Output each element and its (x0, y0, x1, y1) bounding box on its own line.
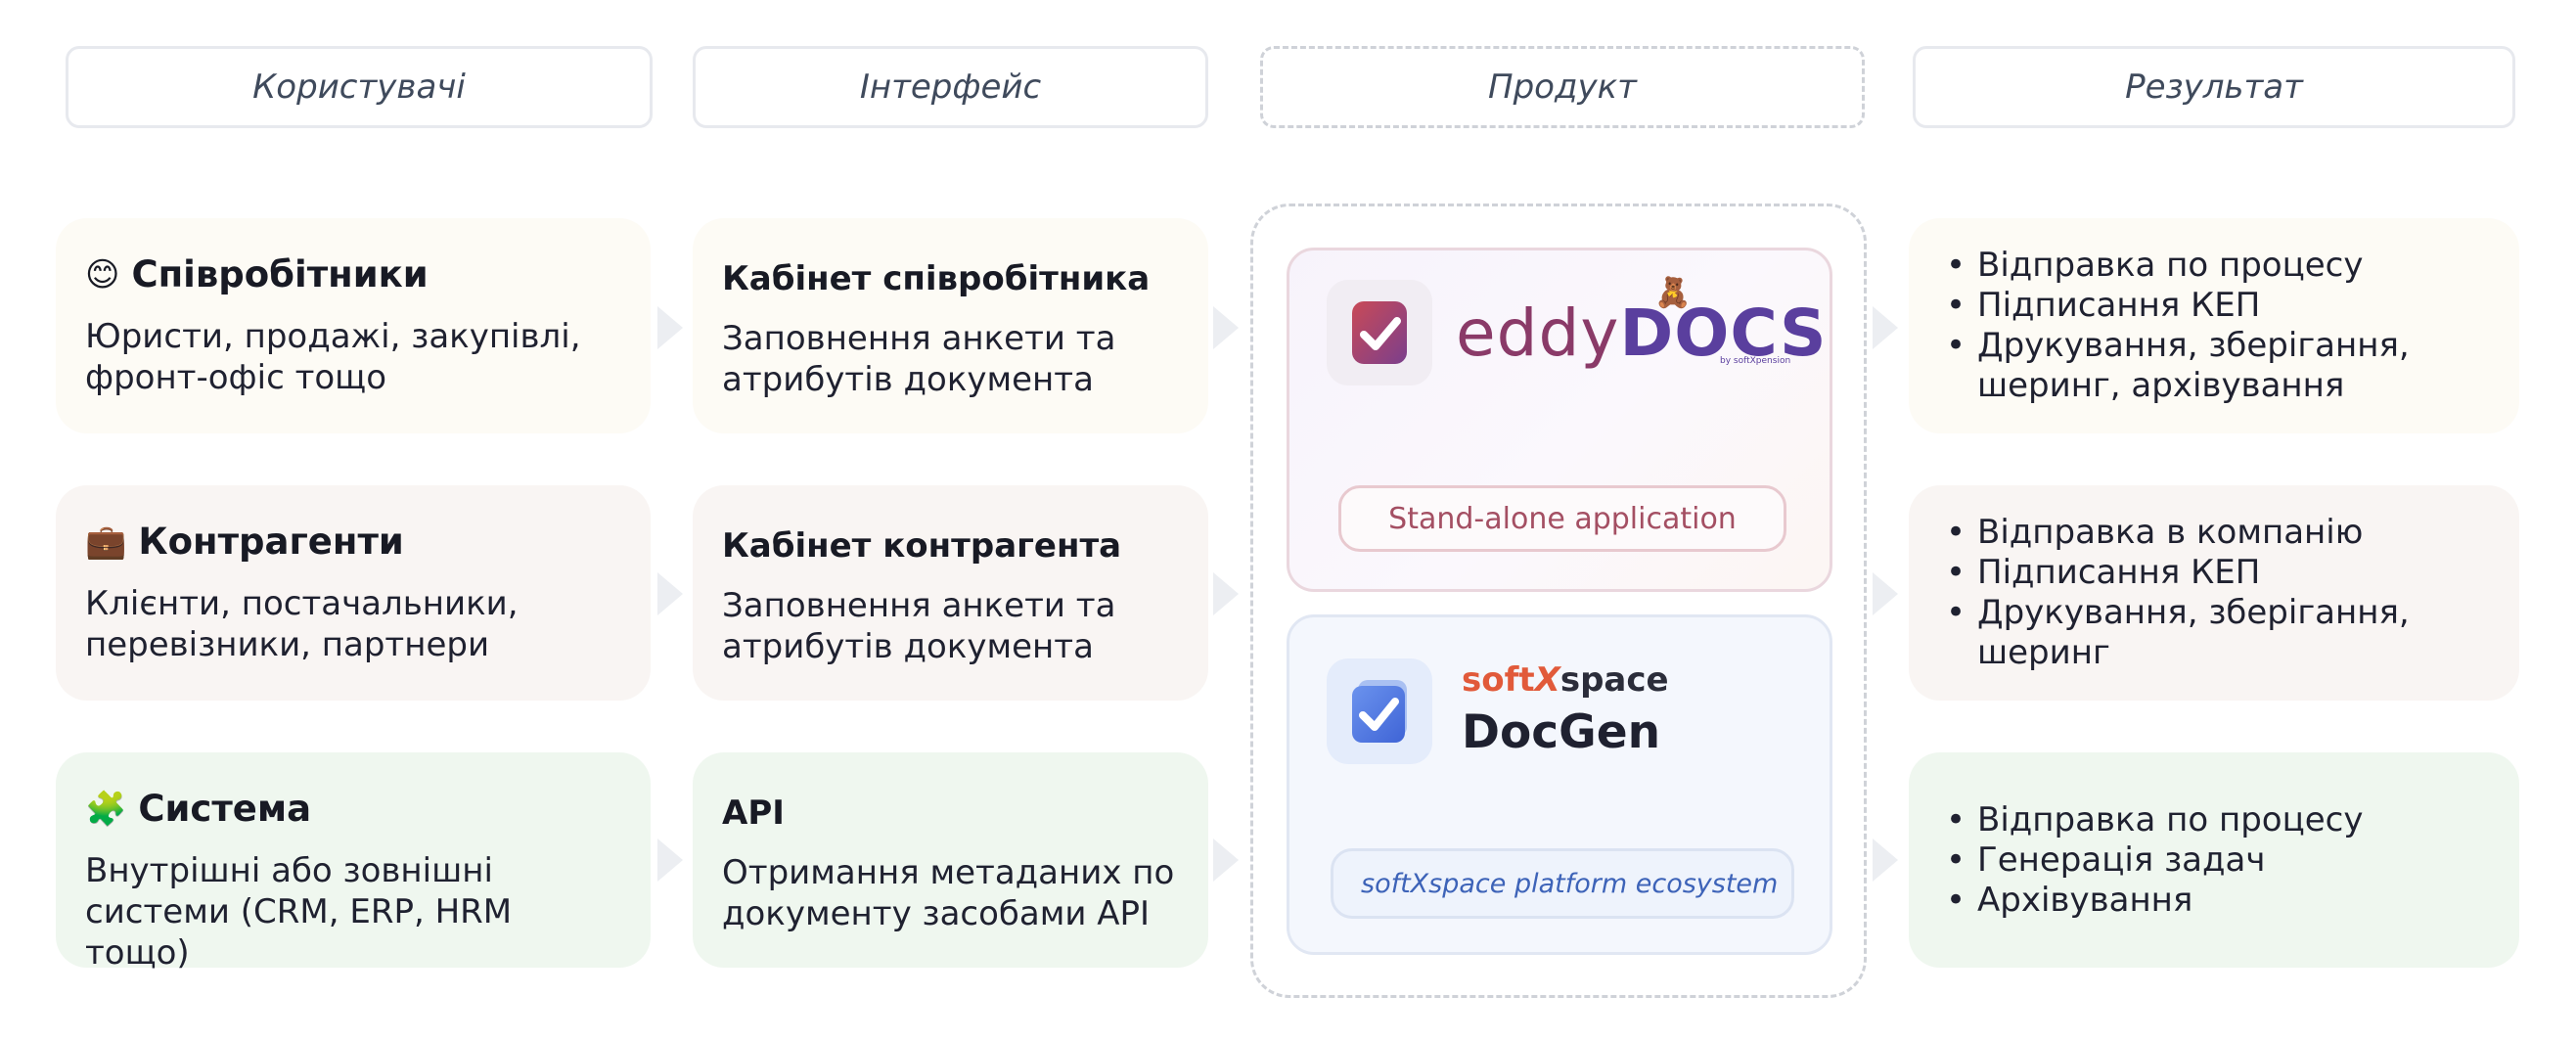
softxspace-brand-space: space (1559, 660, 1669, 700)
docgen-card: softXspace DocGen softXspace platform ec… (1287, 614, 1832, 955)
result-list: Відправка по процесу Генерація задач Арх… (1938, 800, 2363, 921)
eddydocs-logo (1327, 280, 1432, 385)
interface-card-body: Отримання метаданих по документу засобам… (722, 853, 1175, 933)
result-list: Відправка по процесу Підписання КЕП Друк… (1938, 246, 2490, 406)
arrow-right-icon (1873, 306, 1898, 349)
result-list: Відправка в компанію Підписання КЕП Друк… (1938, 513, 2490, 673)
user-card-title: 💼 Контрагенти (85, 519, 621, 566)
interface-card-title: API (722, 794, 785, 833)
standalone-pill: Stand-alone application (1338, 485, 1786, 552)
user-card-body: Внутрішні або зовнішні системи (CRM, ERP… (85, 851, 513, 973)
header-product: Продукт (1260, 46, 1865, 128)
user-card-counterparties: 💼 Контрагенти Клієнти, постачальники, пе… (56, 485, 651, 701)
arrow-right-icon (1213, 306, 1239, 349)
ecosystem-pill: softXspace platform ecosystem (1331, 848, 1794, 919)
interface-card-counterparty-cabinet: Кабінет контрагента Заповнення анкети та… (693, 485, 1208, 701)
interface-card-body: Заповнення анкети та атрибутів документа (722, 586, 1116, 666)
eddydocs-card: eddyDOCS 🧸 by softXpension Stand-alone a… (1287, 248, 1832, 592)
result-item: Архівування (1938, 881, 2363, 921)
check-document-icon (1352, 680, 1407, 743)
result-card-system: Відправка по процесу Генерація задач Арх… (1909, 752, 2519, 968)
result-item: Відправка в компанію (1938, 513, 2490, 553)
docgen-title: DocGen (1462, 705, 1661, 759)
arrow-right-icon (657, 572, 683, 615)
eddydocs-byline: by softXpension (1720, 356, 1791, 366)
user-card-body: Клієнти, постачальники, перевізники, пар… (85, 584, 519, 664)
puzzle-icon: 🧩 (85, 790, 127, 829)
arrow-right-icon (657, 306, 683, 349)
header-result: Результат (1913, 46, 2515, 128)
user-card-title-text: Контрагенти (138, 521, 404, 563)
header-users: Користувачі (66, 46, 653, 128)
user-card-system: 🧩 Система Внутрішні або зовнішні системи… (56, 752, 651, 973)
interface-card-body: Заповнення анкети та атрибутів документа (722, 319, 1116, 399)
user-card-employees: 😊 Співробітники Юристи, продажі, закупів… (56, 218, 651, 433)
interface-card-title: Кабінет співробітника (722, 259, 1151, 298)
eddydocs-wordmark-light: eddy (1456, 295, 1620, 371)
teddy-bear-icon: 🧸 (1654, 276, 1692, 310)
user-card-title: 😊 Співробітники (85, 251, 621, 298)
result-item: Друкування, зберігання, шеринг, архівува… (1938, 326, 2490, 406)
arrow-right-icon (657, 839, 683, 882)
user-card-body: Юристи, продажі, закупівлі, фронт-офіс т… (85, 317, 581, 397)
interface-card-employee-cabinet: Кабінет співробітника Заповнення анкети … (693, 218, 1208, 433)
arrow-right-icon (1213, 572, 1239, 615)
arrow-right-icon (1213, 839, 1239, 882)
result-item: Відправка по процесу (1938, 800, 2363, 840)
user-card-title: 🧩 Система (85, 786, 621, 833)
docgen-logo (1327, 658, 1432, 764)
result-item: Друкування, зберігання, шеринг (1938, 593, 2490, 673)
user-card-title-text: Співробітники (131, 253, 429, 295)
arrow-right-icon (1873, 839, 1898, 882)
user-card-title-text: Система (138, 788, 312, 830)
softxspace-brand-soft: soft (1462, 660, 1535, 700)
result-card-counterparties: Відправка в компанію Підписання КЕП Друк… (1909, 485, 2519, 701)
result-item: Генерація задач (1938, 840, 2363, 881)
interface-card-api: API Отримання метаданих по документу зас… (693, 752, 1208, 968)
result-item: Підписання КЕП (1938, 553, 2490, 593)
result-item: Підписання КЕП (1938, 286, 2490, 326)
softxspace-brand: softXspace (1462, 660, 1669, 700)
interface-card-title: Кабінет контрагента (722, 526, 1122, 566)
result-item: Відправка по процесу (1938, 246, 2490, 286)
header-interface: Інтерфейс (693, 46, 1208, 128)
smile-icon: 😊 (85, 255, 120, 295)
softxspace-brand-x: X (1534, 660, 1560, 700)
briefcase-icon: 💼 (85, 522, 127, 562)
result-card-employees: Відправка по процесу Підписання КЕП Друк… (1909, 218, 2519, 433)
check-document-icon (1352, 301, 1407, 364)
arrow-right-icon (1873, 572, 1898, 615)
